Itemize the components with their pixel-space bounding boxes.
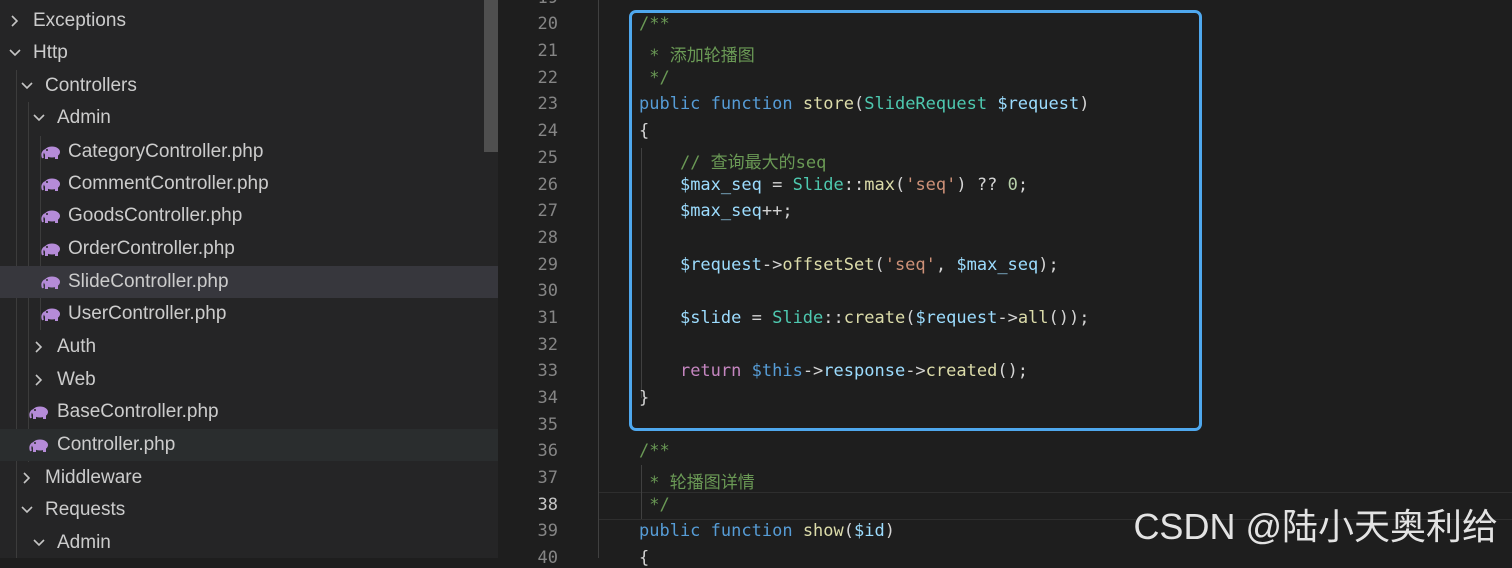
tree-folder-admin[interactable]: Admin xyxy=(0,102,498,134)
php-elephant-icon xyxy=(41,145,61,159)
tree-file-base-controller[interactable]: BaseController.php xyxy=(0,396,498,428)
chevron-down-icon xyxy=(18,70,36,102)
tree-file-goods-controller[interactable]: GoodsController.php xyxy=(0,200,498,232)
line-number: 23 xyxy=(537,94,558,114)
line-number: 39 xyxy=(537,521,558,541)
file-explorer: Exceptions Http Controllers Admin Catego… xyxy=(0,0,498,558)
tree-folder-auth[interactable]: Auth xyxy=(0,331,498,363)
chevron-down-icon xyxy=(30,102,48,134)
tree-folder-controllers[interactable]: Controllers xyxy=(0,70,498,102)
tree-file-order-controller[interactable]: OrderController.php xyxy=(0,233,498,265)
tree-item-label: Requests xyxy=(45,499,126,520)
tree-item-label: CommentController.php xyxy=(68,173,269,194)
line-number: 29 xyxy=(537,255,558,275)
line-number: 36 xyxy=(537,441,558,461)
tree-file-controller[interactable]: Controller.php xyxy=(0,429,498,461)
line-number: 26 xyxy=(537,175,558,195)
line-number: 21 xyxy=(537,41,558,61)
line-number: 20 xyxy=(537,14,558,34)
php-elephant-icon xyxy=(41,242,61,256)
line-number: 32 xyxy=(537,335,558,355)
tree-item-label: Middleware xyxy=(45,467,143,488)
php-elephant-icon xyxy=(41,177,61,191)
php-elephant-icon xyxy=(29,405,49,419)
line-number: 25 xyxy=(537,148,558,168)
tree-item-label: SlideController.php xyxy=(68,271,229,292)
tree-file-slide-controller[interactable]: SlideController.php xyxy=(0,266,498,298)
tree-item-label: BaseController.php xyxy=(57,401,219,422)
line-number: 37 xyxy=(537,468,558,488)
line-number: 33 xyxy=(537,361,558,381)
tree-item-label: OrderController.php xyxy=(68,238,235,259)
tree-folder-http[interactable]: Http xyxy=(0,37,498,69)
code-line-38: */ xyxy=(639,495,670,515)
explorer-scrollbar[interactable] xyxy=(484,0,498,152)
tree-folder-web[interactable]: Web xyxy=(0,364,498,396)
annotation-highlight-box xyxy=(629,10,1202,431)
watermark: CSDN @陆小天奥利给 xyxy=(1133,506,1498,547)
line-number: 19 xyxy=(498,0,558,8)
tree-item-label: Web xyxy=(57,369,96,390)
line-number: 27 xyxy=(537,201,558,221)
tree-item-label: Http xyxy=(33,42,68,63)
php-elephant-icon xyxy=(41,209,61,223)
line-number: 22 xyxy=(537,68,558,88)
tree-folder-middleware[interactable]: Middleware xyxy=(0,462,498,494)
chevron-right-icon xyxy=(18,462,36,494)
chevron-right-icon xyxy=(6,5,24,37)
tree-item-label: Controllers xyxy=(45,75,137,96)
php-elephant-icon xyxy=(41,307,61,321)
code-line-36: /** xyxy=(639,441,670,461)
tree-item-label: Admin xyxy=(57,532,111,553)
tree-folder-requests-admin[interactable]: Admin xyxy=(0,527,498,558)
tree-folder-requests[interactable]: Requests xyxy=(0,494,498,526)
line-number: 24 xyxy=(537,121,558,141)
chevron-right-icon xyxy=(30,364,48,396)
php-elephant-icon xyxy=(41,275,61,289)
tree-item-label: Controller.php xyxy=(57,434,176,455)
chevron-down-icon xyxy=(30,527,48,558)
chevron-right-icon xyxy=(30,331,48,363)
tree-folder-exceptions[interactable]: Exceptions xyxy=(0,5,498,37)
chevron-down-icon xyxy=(6,37,24,69)
indent-guide xyxy=(598,0,599,558)
line-number-current: 38 xyxy=(537,495,558,515)
line-number: 40 xyxy=(537,548,558,568)
chevron-down-icon xyxy=(18,494,36,526)
tree-item-label: GoodsController.php xyxy=(68,205,243,226)
tree-item-label: Exceptions xyxy=(33,10,126,31)
php-elephant-icon xyxy=(29,438,49,452)
code-line-39: public function show($id) xyxy=(639,521,895,541)
line-number: 31 xyxy=(537,308,558,328)
line-number: 34 xyxy=(537,388,558,408)
tree-item-label: Admin xyxy=(57,107,111,128)
tree-file-comment-controller[interactable]: CommentController.php xyxy=(0,168,498,200)
tree-file-category-controller[interactable]: CategoryController.php xyxy=(0,136,498,168)
line-number: 35 xyxy=(537,415,558,435)
tree-item-label: CategoryController.php xyxy=(68,141,264,162)
tree-item-label: Auth xyxy=(57,336,97,357)
line-number: 28 xyxy=(537,228,558,248)
code-editor[interactable]: 19 20 21 22 23 24 25 26 27 28 29 30 31 3… xyxy=(498,0,1512,568)
tree-file-user-controller[interactable]: UserController.php xyxy=(0,298,498,330)
code-line-37: * 轮播图详情 xyxy=(639,473,755,493)
tree-item-label: UserController.php xyxy=(68,303,227,324)
code-line-40: { xyxy=(639,548,650,568)
line-number: 30 xyxy=(537,281,558,301)
